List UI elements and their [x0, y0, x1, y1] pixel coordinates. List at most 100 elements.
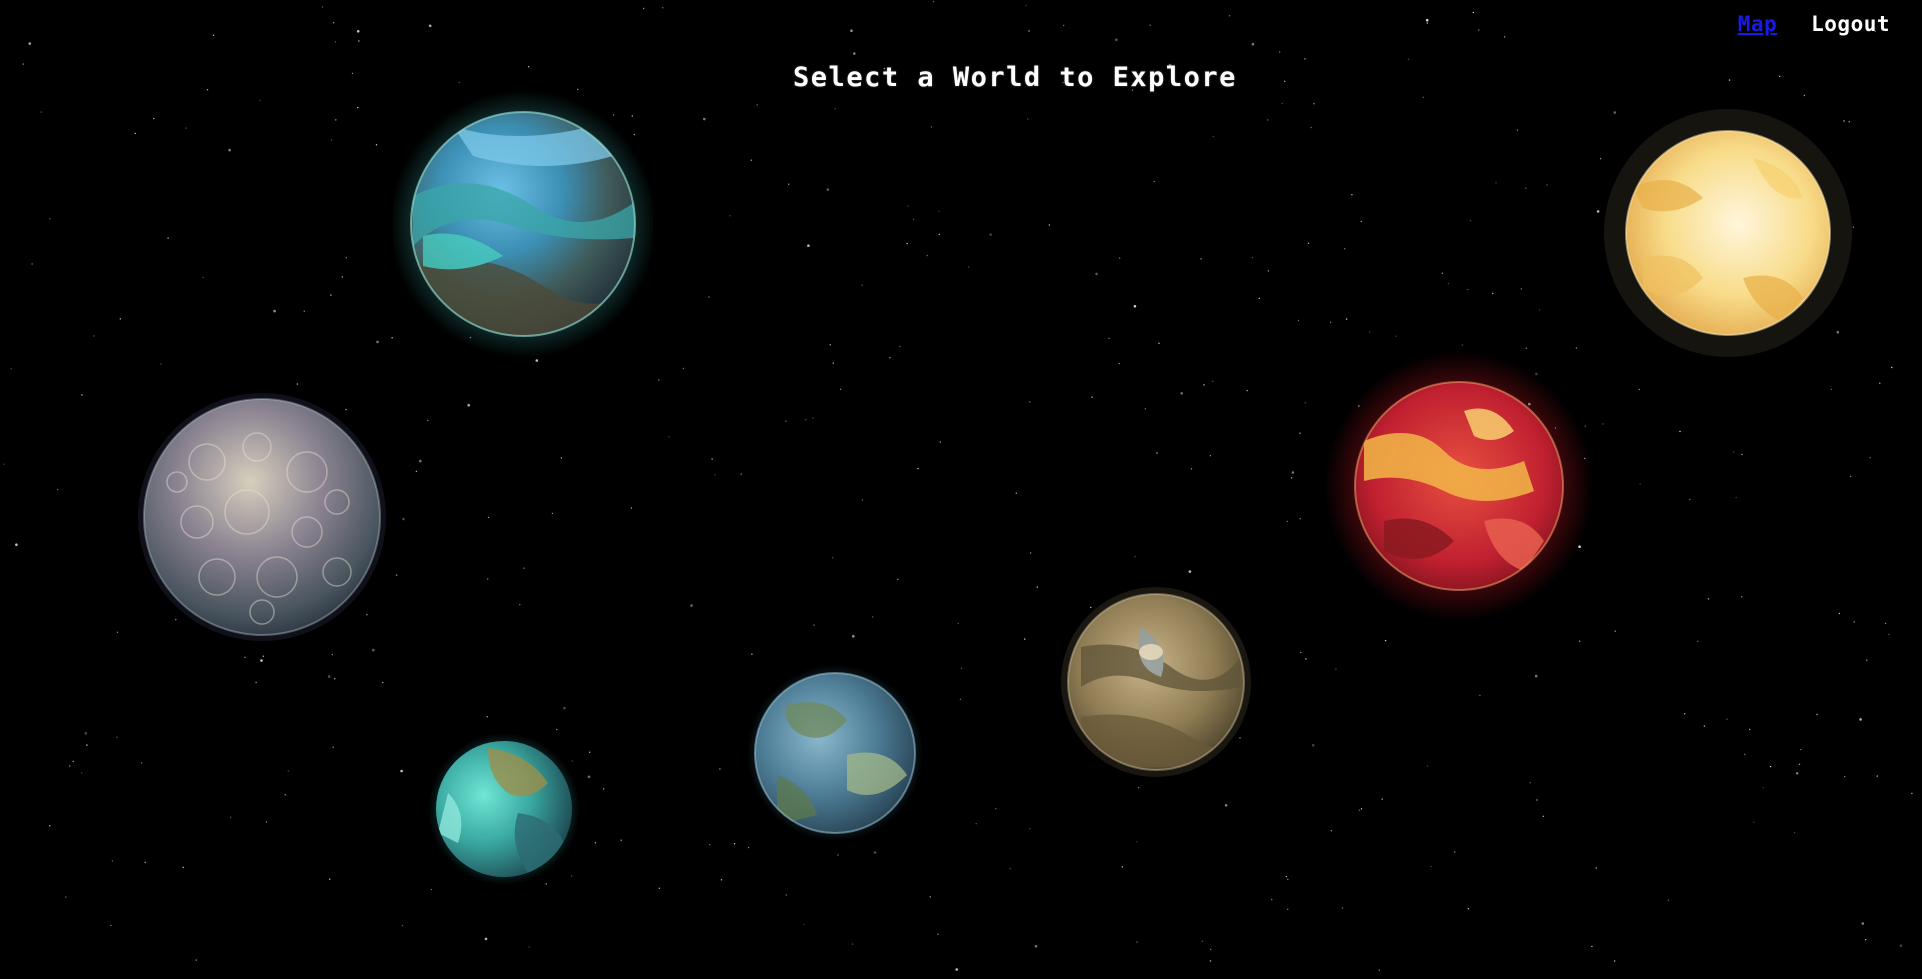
star: [1697, 640, 1699, 643]
star: [40, 111, 42, 113]
star: [119, 318, 122, 320]
star: [321, 6, 324, 8]
star: [1335, 668, 1337, 670]
star: [1614, 630, 1616, 632]
star: [1313, 103, 1315, 105]
star: [1741, 596, 1743, 598]
star: [594, 842, 597, 844]
star: [1879, 382, 1881, 384]
star: [484, 937, 488, 941]
star: [93, 335, 95, 337]
star: [144, 861, 146, 864]
star: [1591, 945, 1593, 948]
star: [813, 624, 815, 626]
star: [1384, 639, 1387, 642]
star: [487, 578, 489, 580]
star: [589, 751, 591, 753]
logout-link[interactable]: Logout: [1811, 12, 1890, 36]
star: [1136, 941, 1138, 943]
star: [708, 296, 710, 298]
star: [1467, 908, 1470, 910]
star: [167, 237, 169, 239]
star: [1310, 126, 1312, 129]
star: [375, 144, 378, 146]
star: [160, 363, 162, 365]
star: [873, 851, 877, 854]
star: [1536, 799, 1538, 801]
star: [551, 512, 554, 515]
star: [1091, 396, 1093, 398]
star: [785, 894, 787, 896]
star: [202, 276, 204, 279]
star: [134, 132, 136, 135]
planet-cratered-moon[interactable]: [137, 392, 387, 642]
star: [1795, 772, 1799, 775]
planet-continental-world[interactable]: [747, 665, 923, 841]
planet-lava-world[interactable]: [1324, 351, 1594, 621]
cratered-moon-globe-icon: [138, 393, 386, 641]
star: [1108, 337, 1110, 340]
star: [1121, 866, 1124, 868]
star: [357, 106, 359, 109]
star: [1638, 388, 1641, 391]
star: [1689, 498, 1691, 501]
star: [785, 420, 787, 422]
star: [1441, 272, 1444, 274]
star: [1667, 899, 1670, 901]
star: [1212, 380, 1214, 383]
star: [1351, 194, 1353, 196]
star: [1267, 270, 1270, 272]
star: [1891, 366, 1893, 369]
star: [330, 139, 333, 141]
star: [1492, 292, 1494, 295]
star: [1290, 477, 1293, 479]
lava-world-globe-icon: [1324, 351, 1594, 621]
star: [803, 923, 805, 925]
star: [1251, 256, 1254, 259]
star: [1156, 452, 1158, 454]
star: [929, 896, 931, 898]
star: [1467, 288, 1469, 291]
star: [1596, 210, 1600, 213]
star: [959, 698, 962, 701]
star: [1378, 969, 1381, 971]
sun-world-globe-icon: [1604, 109, 1852, 357]
star: [851, 943, 854, 945]
star: [938, 233, 940, 236]
star: [1368, 331, 1371, 333]
star: [331, 653, 333, 656]
star: [603, 788, 605, 790]
star: [1735, 496, 1737, 499]
star: [303, 310, 305, 312]
star: [287, 770, 289, 772]
star: [1134, 555, 1136, 558]
planet-ocean-world[interactable]: [393, 86, 653, 362]
star: [415, 470, 418, 473]
star: [642, 7, 645, 10]
star: [1095, 272, 1098, 276]
planet-turquoise-world[interactable]: [428, 733, 580, 885]
star: [1034, 945, 1038, 948]
star: [1137, 787, 1140, 789]
star: [912, 218, 915, 221]
star: [1426, 765, 1429, 767]
star: [899, 345, 901, 348]
star: [284, 794, 286, 796]
planet-sun-world[interactable]: [1603, 108, 1853, 358]
star: [1360, 220, 1362, 223]
star: [1251, 42, 1255, 46]
star: [1287, 908, 1289, 910]
star: [1707, 598, 1710, 600]
star: [1859, 718, 1862, 721]
star: [1888, 633, 1890, 636]
star: [1009, 867, 1011, 870]
desert-world-globe-icon: [1061, 587, 1251, 777]
star: [80, 772, 83, 774]
star: [1023, 638, 1026, 640]
star: [110, 924, 112, 927]
star: [1525, 347, 1528, 349]
star: [345, 257, 347, 259]
planet-desert-world[interactable]: [1061, 587, 1251, 777]
star: [690, 604, 693, 607]
map-link[interactable]: Map: [1738, 12, 1777, 36]
